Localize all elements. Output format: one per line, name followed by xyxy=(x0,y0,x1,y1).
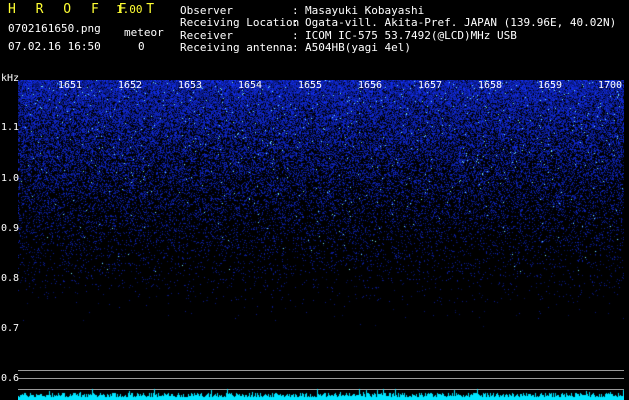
location-label: Receiving Location xyxy=(180,16,300,29)
location-colon: : xyxy=(292,16,299,29)
signal-waveform xyxy=(18,385,624,400)
y-tick-label: 1.0 xyxy=(1,173,20,184)
location-value: Ogata-vill. Akita-Pref. JAPAN (139.96E, … xyxy=(305,16,617,29)
x-tick-label: 1652 xyxy=(118,80,143,91)
x-tick-label: 1653 xyxy=(178,80,203,91)
frequency-unit-label: kHz xyxy=(1,73,20,84)
x-tick-label: 1658 xyxy=(478,80,503,91)
x-tick-label: 1656 xyxy=(358,80,383,91)
divider-line xyxy=(18,370,624,371)
spectrogram-plot xyxy=(18,80,624,370)
y-tick-label: 1.1 xyxy=(1,122,20,133)
x-tick-label: 1651 xyxy=(58,80,83,91)
antenna-value: A504HB(yagi 4el) xyxy=(305,41,411,54)
antenna-label: Receiving antenna xyxy=(180,41,293,54)
y-tick-label: 0.9 xyxy=(1,223,20,234)
x-tick-label: 1655 xyxy=(298,80,323,91)
meteor-count: 0 xyxy=(138,40,145,53)
y-tick-label: 0.6 xyxy=(1,373,20,384)
antenna-colon: : xyxy=(292,41,299,54)
x-tick-label: 1654 xyxy=(238,80,263,91)
y-tick-label: 0.7 xyxy=(1,323,20,334)
x-tick-label: 1700 xyxy=(598,80,623,91)
divider-line xyxy=(18,378,624,379)
file-name: 0702161650.png xyxy=(8,22,101,35)
app-version: 1.00 xyxy=(116,3,143,16)
meteor-label: meteor xyxy=(124,26,164,39)
y-tick-label: 0.8 xyxy=(1,273,20,284)
date-time: 07.02.16 16:50 xyxy=(8,40,101,53)
x-tick-label: 1659 xyxy=(538,80,563,91)
x-tick-label: 1657 xyxy=(418,80,443,91)
